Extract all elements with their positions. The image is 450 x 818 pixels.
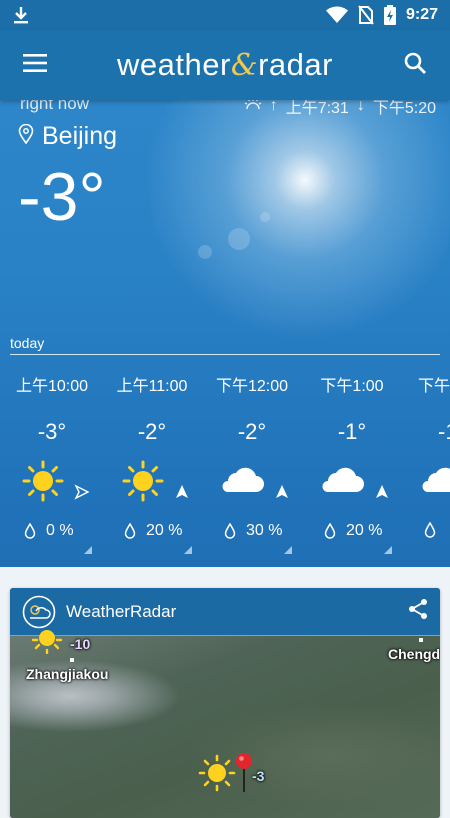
search-icon [404,52,426,79]
hour-time: 下午12:00 [215,378,289,395]
precipitation: 20 % [124,522,182,540]
precipitation-value: 30 % [246,522,283,539]
map-city-label: Zhangjiakou [26,666,109,682]
precipitation: 30 % [224,522,282,540]
hour-column[interactable]: 下午12:00 -2° 30 % [202,362,302,562]
map-city-label: Chengd [388,646,440,662]
hour-time: 下午 [418,378,450,395]
right-now-label: right now [20,100,89,113]
divider [10,354,440,355]
hour-temperature: -1° [337,419,367,444]
hour-temperature: -3° [37,419,67,444]
expand-corner [184,546,192,554]
today-label: today [10,335,45,351]
hour-time: 上午10:00 [15,378,89,395]
hour-temperature: -2° [137,419,167,444]
sun-icon [198,754,236,792]
no-sim-icon [358,5,374,25]
menu-button[interactable] [0,30,70,100]
brand-logo: weather&radar [70,47,380,83]
radar-map[interactable]: -10 Zhangjiakou Chengd -3 [10,630,440,818]
download-icon [12,5,30,25]
weatherradar-logo-icon [22,595,56,628]
sunrise-up-arrow-icon: ↑ [269,100,278,114]
expand-corner [84,546,92,554]
precipitation: 0 % [24,522,74,540]
app-bar: weather&radar [0,30,450,100]
hour-column[interactable]: 下午 -1 [402,362,450,562]
sun-times: ↑ 上午7:31 ↓ 下午5:20 [244,100,436,118]
droplet-icon [224,523,236,539]
wind-direction-icon [276,485,288,498]
droplet-icon [24,523,36,539]
sun-icon [122,460,164,502]
precipitation [424,522,446,538]
hour-column[interactable]: 上午11:00 -2° 20 % [102,362,202,562]
radar-card-title: WeatherRadar [66,601,177,621]
precipitation-value: 0 % [46,522,74,539]
city-name: Beijing [42,122,118,150]
battery-charging-icon [383,5,396,25]
droplet-icon [124,523,136,539]
sunrise-icon [244,100,262,116]
hourly-forecast[interactable]: 上午10:00 -3° 0 % 上午11:00 -2° 20 % 下午12:00… [0,362,450,562]
city-dot [70,658,74,662]
brand-word-weather: weather [117,47,231,82]
cloud-icon [322,467,364,492]
sunrise-time: 上午7:31 [285,100,349,117]
hamburger-icon [23,53,47,77]
brand-word-radar: radar [258,47,333,82]
hour-column[interactable]: 下午1:00 -1° 20 % [302,362,402,562]
wind-direction-icon [74,484,90,500]
precipitation-value: 20 % [146,522,183,539]
hour-temperature: -2° [237,419,267,444]
search-button[interactable] [380,30,450,100]
droplet-icon [424,522,436,538]
hour-column[interactable]: 上午10:00 -3° 0 % [2,362,102,562]
expand-corner [284,546,292,554]
precipitation-value: 20 % [346,522,383,539]
lens-flare [228,228,250,250]
location[interactable]: Beijing [18,122,117,151]
hour-time: 上午11:00 [116,378,188,395]
cloud-icon [222,467,264,492]
share-icon[interactable] [408,598,428,625]
wifi-icon [325,6,348,24]
radar-card-header: WeatherRadar [10,588,440,636]
sun-icon [22,460,64,502]
hour-temperature: -1 [438,419,450,444]
sunset-time: 下午5:20 [372,100,436,117]
current-weather-panel[interactable]: right now ↑ 上午7:31 ↓ 下午5:20 Beijing -3° … [0,100,450,567]
location-marker-icon [236,753,252,792]
expand-corner [384,546,392,554]
map-temperature-label: -3 [252,768,265,784]
cloud-icon [422,467,450,492]
lens-flare [260,212,270,222]
wind-direction-icon [376,485,388,498]
current-temperature: -3° [18,159,106,235]
precipitation: 20 % [324,522,382,540]
weather-radar-card[interactable]: WeatherRadar -10 Zhangjiakou Chengd -3 [10,588,440,818]
location-pin-icon [18,122,34,151]
map-temperature-label: -10 [70,636,91,652]
brand-ampersand: & [230,48,259,83]
lens-flare [198,245,212,259]
hour-time: 下午1:00 [320,378,384,395]
clock-time: 9:27 [405,6,438,23]
wind-direction-icon [176,485,188,498]
sun-icon [31,630,63,654]
city-dot [419,638,423,642]
status-bar: 9:27 [0,0,450,30]
droplet-icon [324,523,336,539]
sunset-down-arrow-icon: ↓ [356,100,365,114]
